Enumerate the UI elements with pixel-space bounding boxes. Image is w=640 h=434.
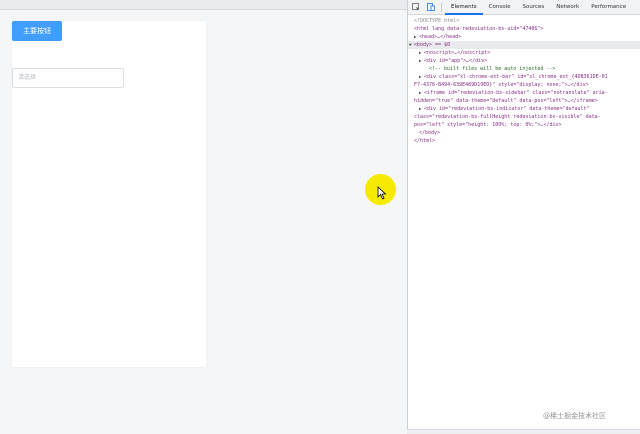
primary-button[interactable]: 主要按钮 [12,21,62,41]
browser-viewport: 主要按钮 请选择 [0,0,407,434]
select-input[interactable]: 请选择 [12,68,124,88]
dom-tree-line[interactable]: pos="left" style="height: 100%; top: 0%;… [408,121,640,129]
devtools-bottom-strip [407,429,640,434]
toolbar-separator [441,2,442,12]
dom-line-text: <!DOCTYPE html> [414,18,460,24]
devtools-panel: Elements Console Sources Network Performance… [407,0,640,434]
dom-line-text: <!-- built files will be auto injected -… [429,66,556,72]
viewport-top-strip [0,0,407,10]
dom-tree-line[interactable]: ▶ <head>…</head> [408,33,640,41]
dom-tree-line[interactable]: ▶ <noscript>…</noscript> [408,49,640,57]
dom-line-text: </html> [414,138,436,144]
expand-triangle-icon[interactable]: ▶ [419,49,421,57]
device-toggle-icon[interactable] [423,0,438,15]
dom-tree-line[interactable]: ··· ▼ <body> == $0 [408,41,640,49]
expand-triangle-icon[interactable]: ▶ [419,105,421,113]
collapse-triangle-icon[interactable]: ▼ [409,41,411,49]
tab-sources[interactable]: Sources [516,0,550,15]
inspect-element-icon[interactable] [408,0,423,15]
dom-line-text: hidden="true" data-theme="default" data-… [414,98,598,104]
dom-line-text: <noscript>…</noscript> [424,50,491,56]
dom-line-text: <div class="xl-chrome-ext-bar" id="xl_ch… [424,74,608,80]
dom-line-text: <div id="app">…</div> [424,58,488,64]
dom-line-text: <body> == $0 [414,42,451,48]
cursor-arrow-icon [377,186,387,200]
expand-triangle-icon[interactable]: ▶ [419,89,421,97]
expand-triangle-icon[interactable]: ▶ [419,57,421,65]
dom-line-text: <div id="redeviation-bs-indicator" data-… [424,106,590,112]
elements-tree: <!DOCTYPE html> <html lang data-redeviati… [408,17,640,145]
dom-tree-line[interactable]: ▶ <iframe id="redeviation-bs-sidebar" cla… [408,89,640,97]
dom-line-text: <iframe id="redeviation-bs-sidebar" clas… [424,90,608,96]
dom-tree-line[interactable]: hidden="true" data-theme="default" data-… [408,97,640,105]
dom-line-text: <html lang data-redeviation-bs-uid="4740… [414,26,544,32]
app-card: 主要按钮 请选择 [12,21,206,367]
dom-tree-line[interactable]: class="redeviation-bs-fullHeight redevia… [408,113,640,121]
dom-tree-line[interactable]: </body> [408,129,640,137]
dom-line-text: </body> [419,130,441,136]
screen: 主要按钮 请选择 Elements Console Sources Network Pe… [0,0,640,434]
tab-network[interactable]: Network [550,0,585,15]
dom-tree-line[interactable]: <html lang data-redeviation-bs-uid="4740… [408,25,640,33]
dom-tree-line[interactable]: </html> [408,137,640,145]
dom-tree-line[interactable]: <!DOCTYPE html> [408,17,640,25]
dom-tree-line[interactable]: ▶ <div id="redeviation-bs-indicator" data… [408,105,640,113]
dom-line-text: pos="left" style="height: 100%; top: 0%;… [414,122,562,128]
expand-triangle-icon[interactable]: ▶ [414,33,416,41]
dom-tree-line[interactable]: F7-4376-B494-639E489D19ED}" style="displ… [408,81,640,89]
dom-tree-line[interactable]: <!-- built files will be auto injected -… [408,65,640,73]
dom-line-text: F7-4376-B494-639E489D19ED}" style="displ… [414,82,589,88]
devtools-toolbar: Elements Console Sources Network Performance [408,0,640,15]
tab-console[interactable]: Console [483,0,517,15]
tab-performance[interactable]: Performance [585,0,632,15]
dom-line-text: class="redeviation-bs-fullHeight redevia… [414,114,601,120]
dom-tree-line[interactable]: ▶ <div class="xl-chrome-ext-bar" id="xl_c… [408,73,640,81]
watermark: @稀土掘金技术社区 [543,412,606,420]
dom-tree-line[interactable]: ▶ <div id="app">…</div> [408,57,640,65]
dom-line-text: <head>…</head> [419,34,462,40]
devtools-tabs: Elements Console Sources Network Performance [445,0,632,15]
tab-elements[interactable]: Elements [445,0,483,15]
expand-triangle-icon[interactable]: ▶ [419,73,421,81]
